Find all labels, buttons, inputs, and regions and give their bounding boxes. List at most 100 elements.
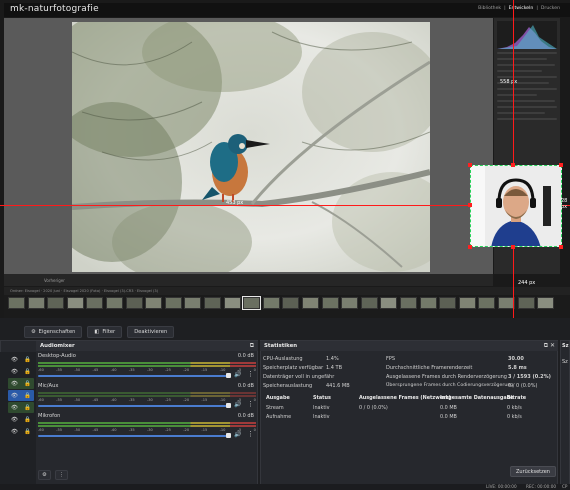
- filter-button[interactable]: ◧ Filter: [87, 326, 123, 338]
- lock-icon[interactable]: 🔒: [24, 417, 31, 423]
- output-header-total: Insgesamte Datenausgabe: [440, 395, 514, 401]
- third-dock-item[interactable]: Sz: [562, 359, 568, 365]
- filmstrip-thumbnail[interactable]: [27, 297, 45, 309]
- more-icon[interactable]: ⋮: [247, 430, 254, 438]
- filmstrip-thumbnail[interactable]: [262, 297, 280, 309]
- filmstrip-thumbnail[interactable]: [242, 296, 262, 310]
- output-header-dropped: Ausgelassene Frames (Netzwerk): [359, 395, 451, 401]
- crop-handle-l[interactable]: [468, 203, 472, 207]
- eye-icon[interactable]: 👁: [11, 417, 18, 423]
- filmstrip-thumbnail[interactable]: [282, 297, 300, 309]
- lock-icon[interactable]: 🔒: [24, 393, 31, 399]
- crop-handle-br[interactable]: [559, 245, 563, 249]
- channel-db: 0.0 dB: [237, 353, 254, 359]
- reset-button[interactable]: Zurücksetzen: [510, 466, 556, 477]
- crop-handle-b[interactable]: [511, 245, 515, 249]
- mixer-row-7[interactable]: 👁 🔒: [8, 426, 34, 437]
- filmstrip-thumbnail[interactable]: [380, 297, 398, 309]
- mixer-row-3[interactable]: 👁 🔒: [8, 378, 34, 389]
- volume-knob[interactable]: [226, 433, 231, 438]
- crop-handle-tr[interactable]: [559, 163, 563, 167]
- status-bar: LIVE: 00:00:00 REC: 00:00:00 CP: [0, 484, 570, 490]
- dock-undock-icon[interactable]: ⧉: [250, 342, 254, 350]
- eye-icon[interactable]: 👁: [11, 405, 18, 411]
- filmstrip-thumbnail[interactable]: [145, 297, 163, 309]
- filmstrip-thumbnail[interactable]: [8, 297, 25, 309]
- filmstrip-thumbnail[interactable]: [517, 297, 535, 309]
- filmstrip-thumbnail[interactable]: [321, 297, 339, 309]
- output-header-bitrate: Bitrate: [507, 395, 527, 401]
- speaker-icon[interactable]: 🔊: [234, 401, 241, 408]
- filmstrip-thumbnail[interactable]: [66, 297, 84, 309]
- lock-icon[interactable]: 🔒: [24, 405, 31, 411]
- source-toolbar: ⚙ Eigenschaften ◧ Filter Deaktivieren: [24, 326, 175, 338]
- filmstrip-thumbnail[interactable]: [400, 297, 417, 309]
- lightroom-logo: mk-naturfotografie: [10, 4, 99, 14]
- mixer-row-2[interactable]: 👁 🔒: [8, 366, 34, 377]
- speaker-icon[interactable]: 🔊: [234, 371, 241, 378]
- filmstrip-thumbnail[interactable]: [223, 297, 241, 309]
- filmstrip-thumbnail[interactable]: [537, 297, 555, 309]
- more-icon[interactable]: ⋮: [247, 400, 254, 408]
- filmstrip-thumbnail[interactable]: [47, 297, 65, 309]
- kingfisher-photo: [72, 22, 430, 272]
- stat-label: Übersprungene Frames durch Codierungsver…: [386, 383, 514, 388]
- output-cell: 0.0 MB: [440, 405, 457, 411]
- gear-icon: ⚙: [42, 472, 47, 478]
- filmstrip-thumbnail[interactable]: [478, 297, 496, 309]
- lightroom-module-picker: Bibliothek | Entwickeln | Drucken: [478, 6, 560, 11]
- filmstrip-thumbnail[interactable]: [341, 297, 359, 309]
- volume-slider[interactable]: [38, 375, 228, 377]
- filmstrip-thumbnail[interactable]: [164, 297, 182, 309]
- filmstrip-thumbnail[interactable]: [419, 297, 437, 309]
- db-scale: -60 -55 -50 -45 -40 -35 -30 -25 -20 -15 -10 -5 0: [38, 428, 256, 432]
- level-meter: [38, 395, 256, 397]
- more-icon[interactable]: ⋮: [247, 370, 254, 378]
- filmstrip-thumbnail[interactable]: [360, 297, 378, 309]
- mixer-row-4[interactable]: 👁 🔒: [8, 390, 34, 401]
- db-scale: -60 -55 -50 -45 -40 -35 -30 -25 -20 -15 -10 -5 0: [38, 368, 256, 372]
- eye-icon[interactable]: 👁: [11, 369, 18, 375]
- lock-icon[interactable]: 🔒: [24, 381, 31, 387]
- stat-value: 3 / 1593 (0.2%): [508, 374, 551, 380]
- crop-handle-t[interactable]: [511, 163, 515, 167]
- mixer-row-6[interactable]: 👁 🔒: [8, 414, 34, 425]
- filmstrip-thumbnail[interactable]: [106, 297, 123, 309]
- db-scale: -60 -55 -50 -45 -40 -35 -30 -25 -20 -15 -10 -5 0: [38, 398, 256, 402]
- mixer-settings-button[interactable]: ⚙: [38, 470, 51, 480]
- deactivate-button[interactable]: Deaktivieren: [127, 326, 175, 338]
- filmstrip-thumbnail[interactable]: [86, 297, 104, 309]
- guide-vertical: [513, 0, 514, 318]
- speaker-icon[interactable]: 🔊: [234, 431, 241, 438]
- volume-slider[interactable]: [38, 405, 228, 407]
- close-icon[interactable]: ✕: [550, 342, 555, 349]
- filmstrip-thumbnail[interactable]: [302, 297, 319, 309]
- stat-value: 1.4 TB: [326, 365, 343, 371]
- eye-icon[interactable]: 👁: [11, 393, 18, 399]
- filmstrip-thumbnail[interactable]: [184, 297, 202, 309]
- lock-icon[interactable]: 🔒: [24, 429, 31, 435]
- volume-slider[interactable]: [38, 435, 228, 437]
- filmstrip-thumbnail[interactable]: [204, 297, 221, 309]
- filmstrip-thumbnail[interactable]: [458, 297, 476, 309]
- eye-icon[interactable]: 👁: [11, 429, 18, 435]
- filmstrip-thumbnail[interactable]: [439, 297, 457, 309]
- dock-undock-icon[interactable]: ⧉: [544, 342, 548, 350]
- lock-icon[interactable]: 🔒: [24, 369, 31, 375]
- eye-icon[interactable]: 👁: [11, 381, 18, 387]
- filmstrip-thumbnail[interactable]: [125, 297, 143, 309]
- volume-knob[interactable]: [226, 403, 231, 408]
- webcam-source[interactable]: [470, 165, 562, 247]
- mixer-row-1[interactable]: 👁 🔒: [8, 354, 34, 365]
- stat-label: CPU-Auslastung: [263, 356, 303, 362]
- mixer-menu-button[interactable]: ⋮: [55, 470, 69, 480]
- crop-handle-tl[interactable]: [468, 163, 472, 167]
- volume-knob[interactable]: [226, 373, 231, 378]
- properties-button[interactable]: ⚙ Eigenschaften: [24, 326, 83, 338]
- lock-icon[interactable]: 🔒: [24, 357, 31, 363]
- eye-icon[interactable]: 👁: [11, 357, 18, 363]
- mixer-row-5[interactable]: 👁 🔒: [8, 402, 34, 413]
- crop-handle-bl[interactable]: [468, 245, 472, 249]
- channel-db: 0.0 dB: [237, 413, 254, 419]
- stat-label: Datenträger voll in ungefähr: [263, 374, 335, 380]
